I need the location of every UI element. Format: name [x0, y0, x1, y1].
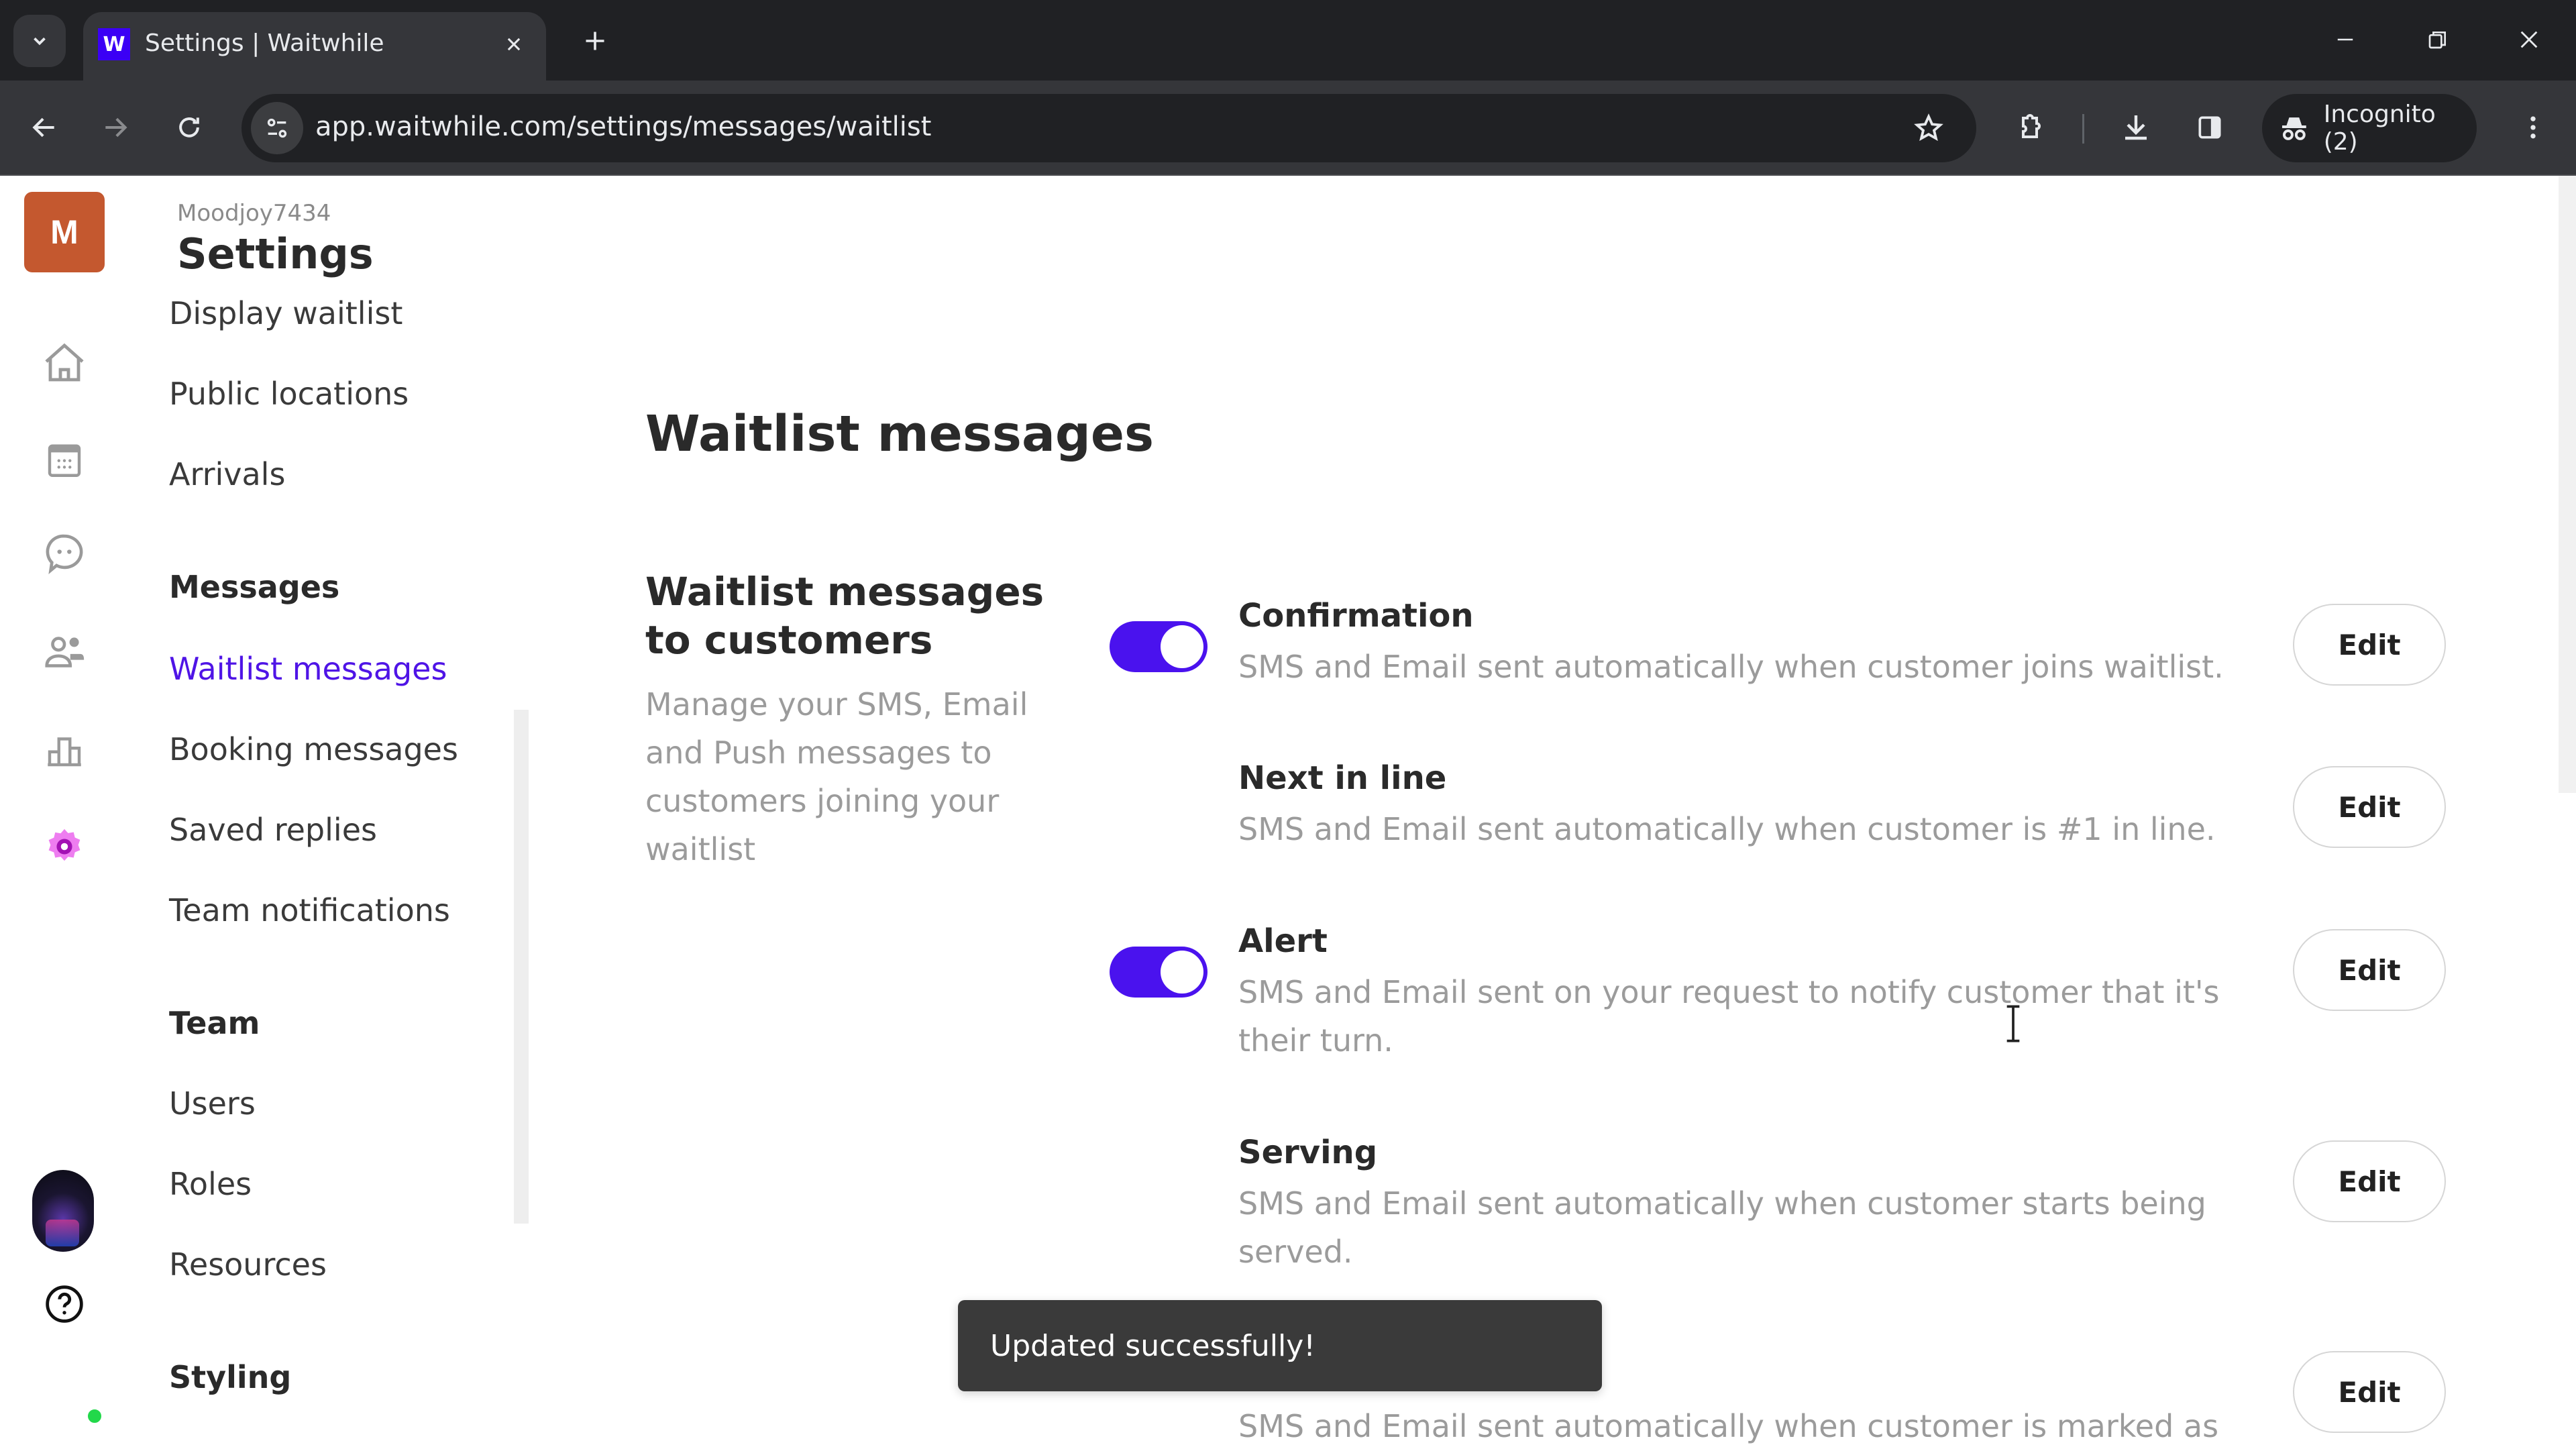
- alert-toggle[interactable]: [1110, 947, 1208, 998]
- forward-button[interactable]: [87, 99, 144, 156]
- chevron-down-icon: [34, 37, 46, 46]
- message-title: Alert: [1238, 922, 1328, 960]
- calendar-icon: [48, 444, 81, 477]
- nav-item-display-waitlist[interactable]: Display waitlist: [169, 295, 402, 331]
- nav-item-resources[interactable]: Resources: [169, 1246, 327, 1283]
- downloads-button[interactable]: [2109, 101, 2163, 154]
- tab-close-button[interactable]: [496, 27, 531, 62]
- message-title: Confirmation: [1238, 597, 1474, 635]
- plus-icon: [586, 32, 604, 50]
- nav-item-arrivals[interactable]: Arrivals: [169, 456, 285, 492]
- message-description: SMS and Email sent automatically when cu…: [1238, 1408, 2219, 1444]
- page-scrollbar[interactable]: [2559, 176, 2576, 793]
- arrow-right-icon: [105, 117, 127, 138]
- waitwhile-favicon-icon: W: [98, 28, 130, 60]
- message-description: SMS and Email sent automatically when cu…: [1238, 811, 2216, 847]
- account-name: Moodjoy7434: [177, 200, 331, 227]
- reload-icon: [179, 117, 199, 138]
- side-panel-icon: [2198, 116, 2221, 139]
- nav-item-saved-replies[interactable]: Saved replies: [169, 812, 377, 848]
- tab-title: Settings | Waitwhile: [145, 30, 384, 57]
- message-description: SMS and Email sent on your request to no…: [1238, 974, 2220, 1059]
- message-description: SMS and Email sent automatically when cu…: [1238, 1185, 2206, 1270]
- minimize-button[interactable]: [2312, 9, 2379, 70]
- tab-search-button[interactable]: [13, 15, 66, 67]
- back-button[interactable]: [16, 99, 72, 156]
- app-rail: M: [0, 176, 127, 1449]
- nav-group-messages: Messages: [169, 569, 340, 605]
- nav-item-waitlist-messages[interactable]: Waitlist messages: [169, 651, 447, 687]
- star-icon: [1914, 113, 1943, 142]
- confirmation-toggle[interactable]: [1110, 621, 1208, 672]
- side-panel-button[interactable]: [2183, 101, 2237, 154]
- page-title: Waitlist messages: [645, 405, 1155, 463]
- online-status-indicator: [86, 1407, 103, 1425]
- section-title: Waitlist messages to customers: [645, 569, 1044, 663]
- restore-button[interactable]: [2404, 9, 2471, 70]
- browser-titlebar: W Settings | Waitwhile: [0, 0, 2576, 80]
- nav-group-team: Team: [169, 1005, 260, 1041]
- browser-toolbar: app.waitwhile.com/settings/messages/wait…: [0, 80, 2576, 176]
- analytics-nav-button[interactable]: [38, 723, 91, 777]
- extensions-button[interactable]: [2004, 101, 2058, 154]
- nav-item-users[interactable]: Users: [169, 1085, 256, 1122]
- section-description: Manage your SMS, Email and Push messages…: [645, 686, 1028, 867]
- nav-group-styling[interactable]: Styling: [169, 1359, 291, 1395]
- customers-nav-button[interactable]: [38, 625, 91, 679]
- restore-icon: [2428, 32, 2446, 49]
- help-button[interactable]: [38, 1277, 91, 1331]
- minimize-icon: [2337, 38, 2353, 41]
- home-nav-button[interactable]: [38, 337, 91, 390]
- browser-tab-active[interactable]: W Settings | Waitwhile: [83, 12, 546, 80]
- arrow-left-icon: [32, 117, 54, 138]
- home-icon: [45, 343, 84, 382]
- toast-message: Updated successfully!: [990, 1328, 1316, 1363]
- settings-nav-button[interactable]: [38, 820, 91, 873]
- settings-nav-scrollbar[interactable]: [514, 710, 529, 1224]
- incognito-label: Incognito (2): [2323, 101, 2436, 156]
- org-avatar[interactable]: M: [24, 192, 105, 272]
- url-text[interactable]: app.waitwhile.com/settings/messages/wait…: [315, 111, 931, 142]
- puzzle-icon: [2022, 114, 2041, 138]
- customers-icon: [45, 637, 85, 667]
- nav-item-roles[interactable]: Roles: [169, 1166, 252, 1202]
- user-avatar[interactable]: [32, 1170, 94, 1252]
- incognito-icon: [2282, 117, 2306, 140]
- analytics-icon: [48, 737, 81, 767]
- edit-next-in-line-button[interactable]: Edit: [2293, 766, 2446, 848]
- browser-menu-button[interactable]: [2506, 101, 2560, 154]
- text-cursor-icon: [2006, 1005, 2020, 1042]
- address-bar[interactable]: app.waitwhile.com/settings/messages/wait…: [241, 94, 1976, 162]
- message-title: Next in line: [1238, 759, 1447, 797]
- close-icon: [507, 38, 521, 51]
- new-tab-button[interactable]: [569, 15, 621, 67]
- help-icon: [46, 1285, 83, 1323]
- nav-item-booking-messages[interactable]: Booking messages: [169, 731, 458, 767]
- close-window-button[interactable]: [2496, 9, 2563, 70]
- edit-alert-button[interactable]: Edit: [2293, 929, 2446, 1011]
- toast-notification: Updated successfully!: [958, 1300, 1602, 1391]
- bookmark-button[interactable]: [1908, 107, 1949, 149]
- settings-icon: [48, 828, 80, 861]
- chat-icon: [46, 534, 83, 574]
- calendar-nav-button[interactable]: [38, 432, 91, 486]
- nav-item-public-locations[interactable]: Public locations: [169, 376, 409, 412]
- messages-nav-button[interactable]: [38, 526, 91, 580]
- reload-button[interactable]: [161, 99, 217, 156]
- settings-heading: Settings: [177, 229, 374, 278]
- incognito-button[interactable]: Incognito (2): [2262, 94, 2477, 162]
- nav-item-team-notifications[interactable]: Team notifications: [169, 892, 450, 928]
- site-info-button[interactable]: [251, 102, 303, 154]
- toolbar-separator: [2082, 114, 2084, 144]
- message-description: SMS and Email sent automatically when cu…: [1238, 649, 2224, 685]
- edit-message-button[interactable]: Edit: [2293, 1351, 2446, 1433]
- tune-icon: [267, 118, 287, 138]
- download-icon: [2125, 115, 2147, 140]
- more-vertical-icon: [2530, 116, 2536, 139]
- message-title: Serving: [1238, 1134, 1378, 1171]
- edit-serving-button[interactable]: Edit: [2293, 1140, 2446, 1222]
- close-icon: [2520, 31, 2538, 48]
- edit-confirmation-button[interactable]: Edit: [2293, 604, 2446, 686]
